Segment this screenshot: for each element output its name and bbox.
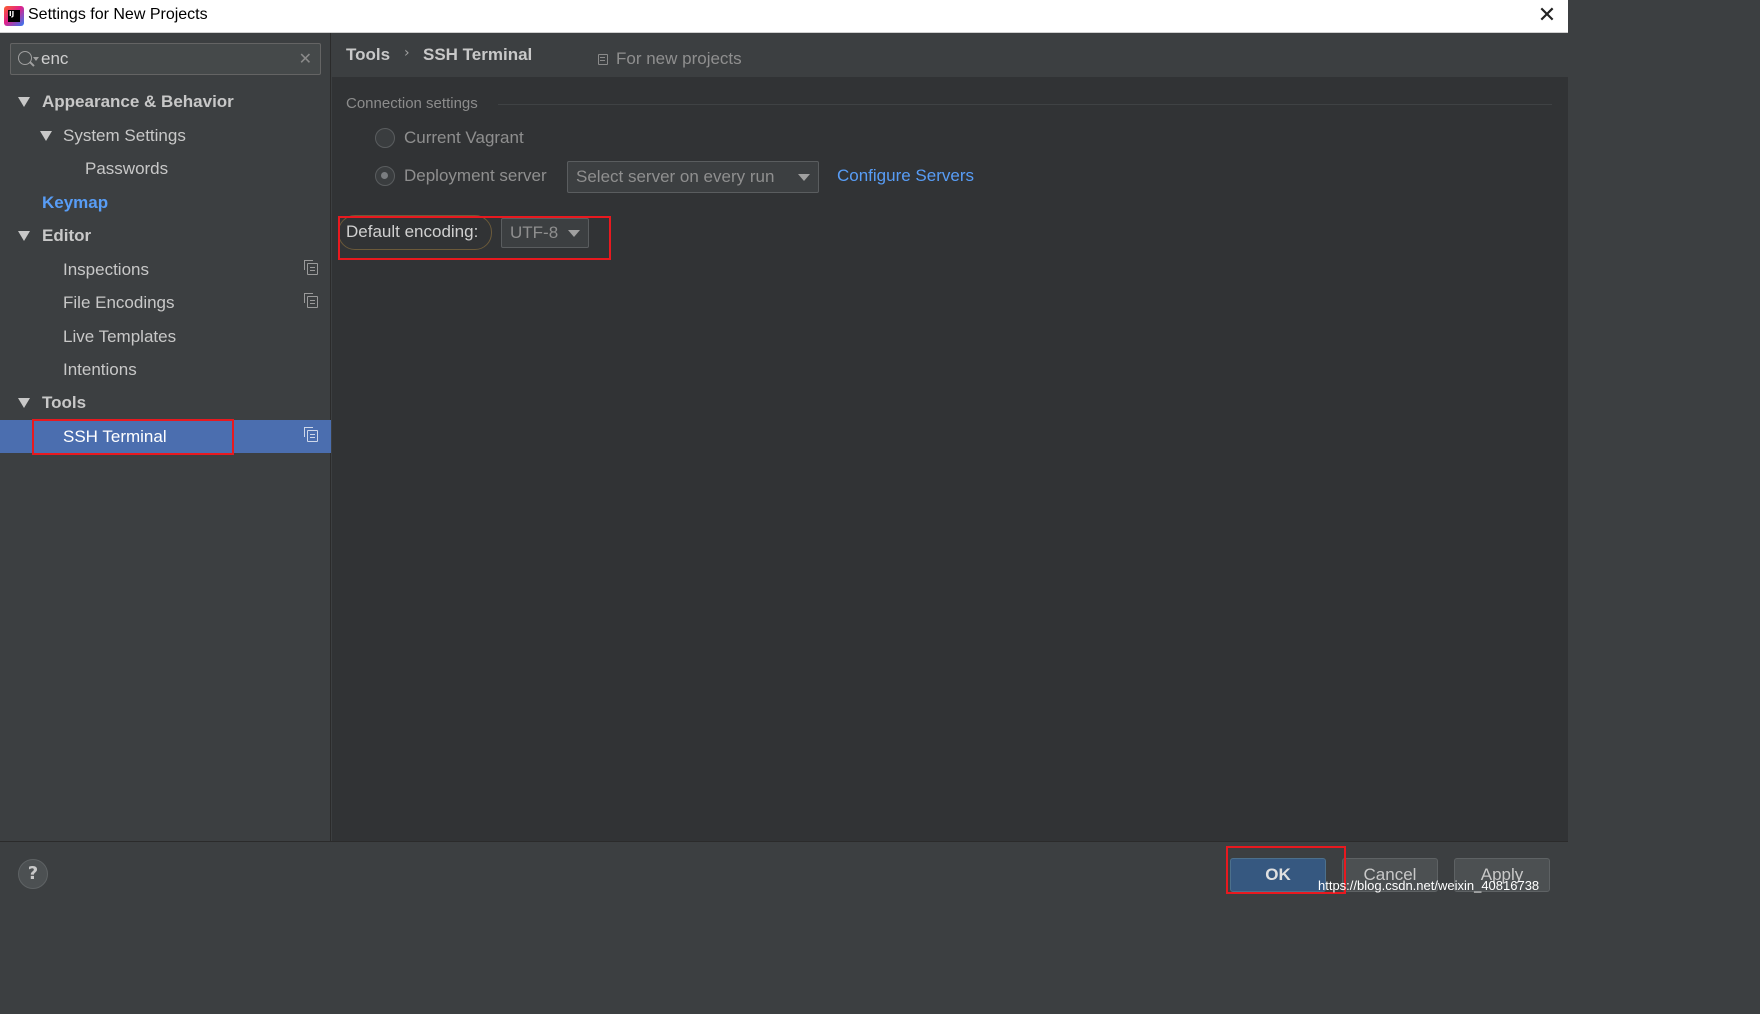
ok-button[interactable]: OK bbox=[1230, 858, 1326, 892]
settings-sidebar: ✕ Appearance & Behavior System Settings … bbox=[0, 33, 331, 841]
sidebar-item-label: Inspections bbox=[63, 260, 149, 279]
expand-arrow-icon[interactable] bbox=[18, 398, 30, 408]
sidebar-item-label: Editor bbox=[42, 226, 92, 245]
breadcrumb-separator: › bbox=[404, 45, 410, 61]
deployment-server-radio[interactable] bbox=[375, 166, 395, 186]
dialog-footer: ? OK Cancel Apply https://blog.csdn.net/… bbox=[0, 841, 1568, 903]
project-scope-icon bbox=[304, 260, 318, 275]
settings-content: Tools › SSH Terminal For new projects Co… bbox=[332, 33, 1568, 841]
sidebar-item-system-settings[interactable]: System Settings bbox=[0, 119, 331, 152]
sidebar-item-appearance-behavior[interactable]: Appearance & Behavior bbox=[0, 85, 331, 118]
clear-search-icon[interactable]: ✕ bbox=[299, 49, 312, 68]
server-select[interactable]: Select server on every run bbox=[567, 161, 819, 193]
chevron-down-icon bbox=[798, 174, 810, 181]
sidebar-item-label: Tools bbox=[42, 393, 87, 412]
sidebar-item-keymap[interactable]: Keymap bbox=[0, 186, 331, 219]
scope-label: For new projects bbox=[616, 49, 742, 68]
default-encoding-label: Default encoding: bbox=[346, 222, 479, 241]
close-icon[interactable]: ✕ bbox=[1534, 3, 1560, 29]
sidebar-item-file-encodings[interactable]: File Encodings bbox=[0, 286, 331, 319]
sidebar-item-label: Live Templates bbox=[63, 327, 177, 346]
expand-arrow-icon[interactable] bbox=[40, 131, 52, 141]
breadcrumb-item-tools[interactable]: Tools bbox=[346, 45, 390, 65]
project-scope-icon bbox=[598, 54, 608, 65]
chevron-down-icon bbox=[568, 230, 580, 237]
sidebar-item-intentions[interactable]: Intentions bbox=[0, 353, 331, 386]
deployment-server-label[interactable]: Deployment server bbox=[404, 166, 547, 186]
configure-servers-link[interactable]: Configure Servers bbox=[837, 166, 974, 186]
app-icon-text: IJ bbox=[9, 10, 15, 18]
sidebar-item-label: Intentions bbox=[63, 360, 137, 379]
current-vagrant-radio[interactable] bbox=[375, 128, 395, 148]
expand-arrow-icon[interactable] bbox=[18, 97, 30, 107]
sidebar-item-live-templates[interactable]: Live Templates bbox=[0, 320, 331, 353]
help-button[interactable]: ? bbox=[18, 859, 48, 889]
sidebar-item-editor[interactable]: Editor bbox=[0, 219, 331, 252]
expand-arrow-icon[interactable] bbox=[18, 231, 30, 241]
search-history-caret-icon[interactable] bbox=[33, 57, 39, 61]
breadcrumb: Tools › SSH Terminal For new projects bbox=[332, 33, 1568, 77]
encoding-select-value: UTF-8 bbox=[510, 223, 559, 242]
window-title: Settings for New Projects bbox=[28, 6, 208, 23]
search-input[interactable] bbox=[41, 48, 291, 70]
project-scope-icon bbox=[304, 293, 318, 308]
sidebar-item-label: Appearance & Behavior bbox=[42, 92, 234, 111]
project-scope-icon bbox=[304, 427, 318, 442]
sidebar-item-label: Keymap bbox=[42, 193, 109, 212]
watermark-text: https://blog.csdn.net/weixin_40816738 bbox=[1318, 878, 1540, 893]
sidebar-item-inspections[interactable]: Inspections bbox=[0, 253, 331, 286]
settings-search[interactable]: ✕ bbox=[10, 43, 321, 75]
sidebar-item-passwords[interactable]: Passwords bbox=[0, 152, 331, 185]
section-divider bbox=[498, 104, 1552, 105]
sidebar-item-ssh-terminal[interactable]: SSH Terminal bbox=[0, 420, 331, 453]
title-bar: IJ Settings for New Projects ✕ bbox=[0, 0, 1568, 33]
sidebar-item-label: System Settings bbox=[63, 126, 186, 145]
connection-settings-title: Connection settings bbox=[346, 95, 478, 112]
server-select-value: Select server on every run bbox=[576, 167, 775, 186]
sidebar-item-label: File Encodings bbox=[63, 293, 175, 312]
sidebar-item-label: SSH Terminal bbox=[63, 427, 167, 446]
sidebar-item-tools[interactable]: Tools bbox=[0, 386, 331, 419]
breadcrumb-item-ssh-terminal: SSH Terminal bbox=[423, 45, 533, 64]
current-vagrant-label[interactable]: Current Vagrant bbox=[404, 128, 524, 148]
search-icon[interactable] bbox=[18, 51, 32, 65]
intellij-app-icon: IJ bbox=[4, 6, 24, 26]
sidebar-item-label: Passwords bbox=[85, 159, 169, 178]
encoding-select[interactable]: UTF-8 bbox=[501, 218, 589, 248]
